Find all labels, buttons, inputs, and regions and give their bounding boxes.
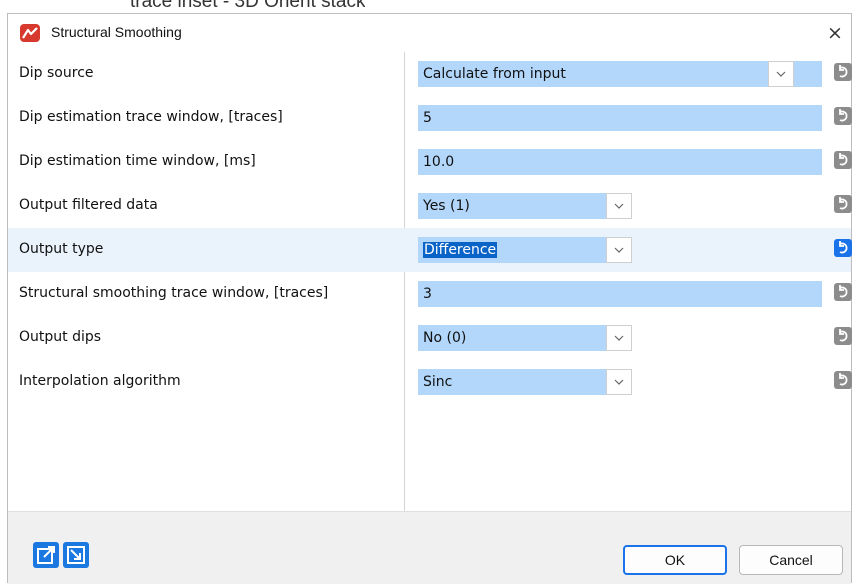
combo-value: Yes (1)	[423, 198, 470, 214]
output-dips-combo[interactable]: No (0)	[418, 325, 606, 351]
title-bar[interactable]: Structural Smoothing ×	[8, 14, 851, 52]
reset-arrow-icon[interactable]	[834, 63, 852, 81]
param-label: Dip source	[19, 65, 94, 81]
dialog-footer: OK Cancel	[8, 511, 851, 584]
chevron-down-icon[interactable]	[768, 61, 794, 87]
reset-arrow-icon[interactable]	[834, 327, 852, 345]
param-row-dip-time-window: Dip estimation time window, [ms] 10.0	[8, 140, 852, 184]
param-row-output-filtered: Output filtered data Yes (1)	[8, 184, 852, 228]
background-window-text: trace inset - 3D Orient stack	[130, 0, 365, 9]
output-filtered-combo[interactable]: Yes (1)	[418, 193, 606, 219]
reset-arrow-icon[interactable]	[834, 151, 852, 169]
chevron-down-icon[interactable]	[606, 325, 632, 351]
combo-value-selected: Difference	[423, 242, 498, 258]
param-label: Structural smoothing trace window, [trac…	[19, 285, 329, 301]
reset-arrow-icon[interactable]	[834, 371, 852, 389]
param-label: Output dips	[19, 329, 102, 345]
reset-arrow-icon[interactable]	[834, 195, 852, 213]
dialog-title: Structural Smoothing	[51, 24, 182, 40]
reset-arrow-icon[interactable]	[834, 239, 852, 257]
param-row-dip-trace-window: Dip estimation trace window, [traces] 5	[8, 96, 852, 140]
param-row-output-dips: Output dips No (0)	[8, 316, 852, 360]
combo-value: Sinc	[423, 374, 453, 390]
import-icon[interactable]	[63, 542, 89, 568]
param-label: Output filtered data	[19, 197, 158, 213]
dip-trace-window-input[interactable]: 5	[418, 105, 822, 131]
smoothing-trace-window-input[interactable]: 3	[418, 281, 822, 307]
close-icon[interactable]: ×	[823, 20, 847, 46]
ok-button[interactable]: OK	[623, 545, 727, 575]
interpolation-combo[interactable]: Sinc	[418, 369, 606, 395]
output-type-combo[interactable]: Difference	[418, 237, 606, 263]
reset-arrow-icon[interactable]	[834, 107, 852, 125]
dip-source-combo[interactable]: Calculate from input	[418, 61, 822, 87]
combo-value: Calculate from input	[423, 66, 566, 82]
param-label: Dip estimation trace window, [traces]	[19, 109, 283, 125]
param-row-interpolation: Interpolation algorithm Sinc	[8, 360, 852, 404]
param-label: Output type	[19, 241, 104, 257]
param-label: Dip estimation time window, [ms]	[19, 153, 256, 169]
chevron-down-icon[interactable]	[606, 237, 632, 263]
combo-value: No (0)	[423, 330, 467, 346]
structural-smoothing-dialog: Structural Smoothing × Dip source Calcul…	[7, 13, 852, 584]
param-row-output-type: Output type Difference	[8, 228, 852, 272]
parameter-grid: Dip source Calculate from input Dip esti…	[8, 52, 852, 511]
chevron-down-icon[interactable]	[606, 369, 632, 395]
cancel-button[interactable]: Cancel	[739, 545, 843, 575]
reset-arrow-icon[interactable]	[834, 283, 852, 301]
app-logo-icon	[20, 24, 40, 42]
param-label: Interpolation algorithm	[19, 373, 181, 389]
param-row-smoothing-trace-window: Structural smoothing trace window, [trac…	[8, 272, 852, 316]
export-icon[interactable]	[33, 542, 59, 568]
param-row-dip-source: Dip source Calculate from input	[8, 52, 852, 96]
dip-time-window-input[interactable]: 10.0	[418, 149, 822, 175]
chevron-down-icon[interactable]	[606, 193, 632, 219]
